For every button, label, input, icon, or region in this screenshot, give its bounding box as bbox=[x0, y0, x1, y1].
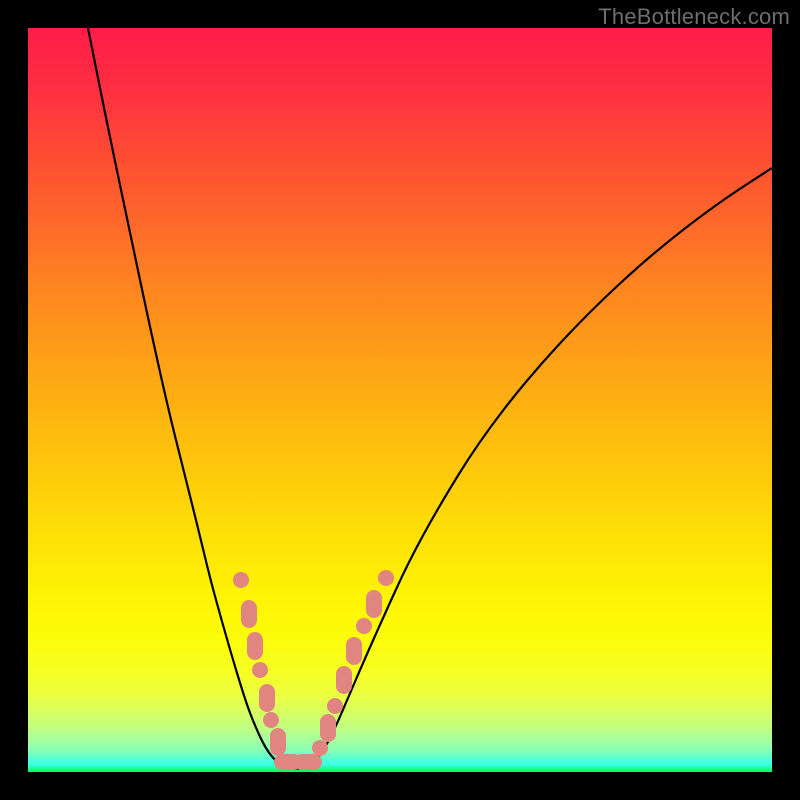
marker bbox=[336, 666, 352, 694]
marker bbox=[263, 712, 279, 728]
marker bbox=[356, 618, 372, 634]
marker bbox=[259, 684, 275, 712]
highlighted-markers bbox=[233, 570, 394, 770]
marker bbox=[270, 728, 286, 756]
curve-right-branch bbox=[310, 168, 772, 766]
marker bbox=[233, 572, 249, 588]
marker bbox=[327, 698, 343, 714]
watermark-text: TheBottleneck.com bbox=[598, 4, 790, 30]
marker bbox=[294, 754, 322, 770]
plot-area bbox=[28, 28, 772, 772]
marker bbox=[247, 632, 263, 660]
chart-svg bbox=[28, 28, 772, 772]
marker bbox=[252, 662, 268, 678]
marker bbox=[346, 637, 362, 665]
marker bbox=[378, 570, 394, 586]
marker bbox=[320, 714, 336, 742]
marker bbox=[312, 740, 328, 756]
marker bbox=[241, 600, 257, 628]
marker bbox=[366, 590, 382, 618]
